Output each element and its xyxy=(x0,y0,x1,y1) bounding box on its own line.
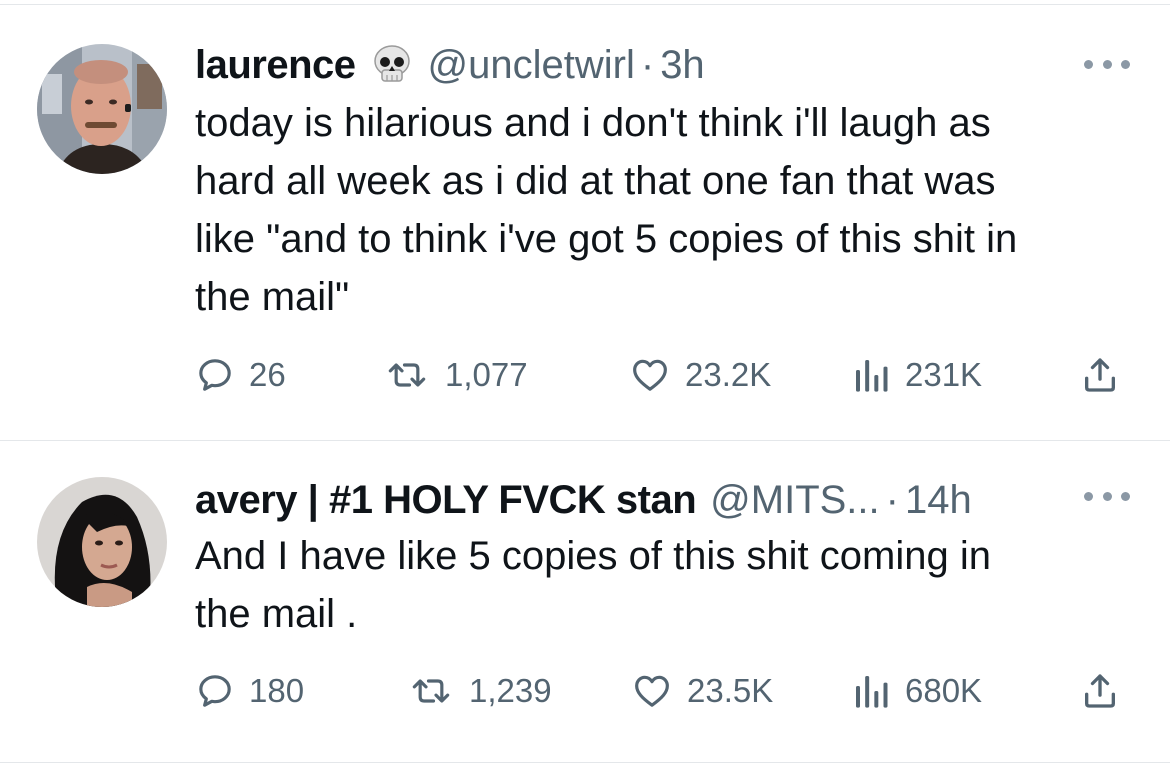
display-name[interactable]: avery | #1 HOLY FVCK stan xyxy=(195,476,697,524)
separator-dot: · xyxy=(640,43,655,87)
analytics-icon xyxy=(856,676,888,708)
timestamp[interactable]: 3h xyxy=(660,41,705,89)
share-button[interactable] xyxy=(1080,350,1120,400)
view-count: 231K xyxy=(905,356,983,393)
retweet-button[interactable]: 1,077 xyxy=(383,350,528,400)
tweet-card[interactable]: avery | #1 HOLY FVCK stan @MITS... · 14h… xyxy=(0,441,1170,761)
retweet-button[interactable]: 1,239 xyxy=(407,666,552,716)
more-options-icon[interactable] xyxy=(1084,54,1130,74)
divider-bottom xyxy=(0,762,1170,763)
tweet-feed: laurence @uncletwirl · 3h today is hilar… xyxy=(0,0,1170,773)
like-count: 23.5K xyxy=(687,672,774,709)
reply-count: 26 xyxy=(249,356,286,393)
reply-button[interactable]: 26 xyxy=(195,350,286,400)
retweet-icon xyxy=(412,679,450,703)
tweet-text: today is hilarious and i don't think i'l… xyxy=(195,101,1018,319)
action-bar: 26 1,077 23.2K 231K xyxy=(195,350,1135,400)
reply-icon xyxy=(199,359,231,391)
avatar[interactable] xyxy=(37,477,167,607)
handle[interactable]: @uncletwirl xyxy=(428,41,635,89)
views-button[interactable]: 231K xyxy=(851,350,982,400)
like-button[interactable]: 23.5K xyxy=(631,666,773,716)
tweet-card[interactable]: laurence @uncletwirl · 3h today is hilar… xyxy=(0,0,1170,440)
views-button[interactable]: 680K xyxy=(851,666,982,716)
timestamp[interactable]: 14h xyxy=(905,476,972,524)
avatar[interactable] xyxy=(37,44,167,174)
retweet-count: 1,239 xyxy=(469,672,552,709)
tweet-text: And I have like 5 copies of this shit co… xyxy=(195,534,991,636)
more-options-icon[interactable] xyxy=(1084,486,1130,506)
share-button[interactable] xyxy=(1080,666,1120,716)
tweet-header: laurence @uncletwirl · 3h xyxy=(195,38,705,89)
heart-icon xyxy=(635,675,669,707)
heart-icon xyxy=(633,359,667,391)
retweet-count: 1,077 xyxy=(445,356,528,393)
like-button[interactable]: 23.2K xyxy=(629,350,771,400)
retweet-icon xyxy=(388,363,426,387)
display-name[interactable]: laurence xyxy=(195,41,356,89)
action-bar: 180 1,239 23.5K 680K xyxy=(195,666,1135,716)
analytics-icon xyxy=(856,360,888,392)
reply-count: 180 xyxy=(249,672,305,709)
like-count: 23.2K xyxy=(685,356,772,393)
share-icon xyxy=(1085,358,1115,392)
tweet-header: avery | #1 HOLY FVCK stan @MITS... · 14h xyxy=(195,476,972,524)
separator-dot: · xyxy=(885,478,899,522)
reply-icon xyxy=(199,675,231,707)
view-count: 680K xyxy=(905,672,983,709)
share-icon xyxy=(1085,674,1115,708)
handle[interactable]: @MITS... xyxy=(710,476,880,524)
reply-button[interactable]: 180 xyxy=(195,666,304,716)
skull-emoji-icon xyxy=(370,44,414,84)
